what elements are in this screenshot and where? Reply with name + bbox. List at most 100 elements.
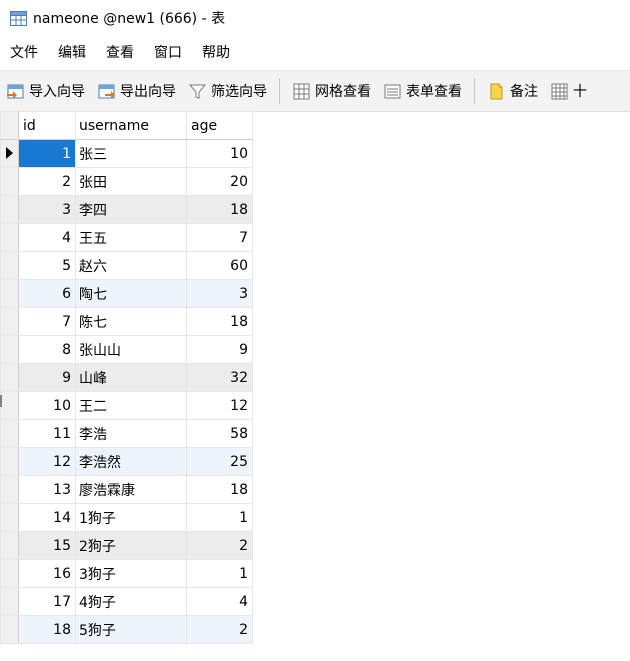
import-wizard-button[interactable]: 导入向导 (0, 75, 91, 107)
form-view-label: 表单查看 (406, 84, 462, 100)
row-indicator (0, 447, 19, 476)
cell-age[interactable]: 10 (186, 139, 253, 168)
cell-username[interactable]: 4狗子 (75, 587, 187, 616)
table-row[interactable]: 8 张山山 9 (0, 335, 253, 364)
cell-age[interactable]: 18 (186, 475, 253, 504)
row-indicator (0, 195, 19, 224)
cell-username[interactable]: 王五 (75, 223, 187, 252)
cell-username[interactable]: 陈七 (75, 307, 187, 336)
cell-id[interactable]: 5 (18, 251, 76, 280)
cell-username[interactable]: 2狗子 (75, 531, 187, 560)
cell-age[interactable]: 32 (186, 363, 253, 392)
cell-id[interactable]: 4 (18, 223, 76, 252)
cell-age[interactable]: 4 (186, 587, 253, 616)
cell-username[interactable]: 李浩 (75, 419, 187, 448)
cell-id[interactable]: 14 (18, 503, 76, 532)
cell-username[interactable]: 张田 (75, 167, 187, 196)
row-indicator (0, 251, 19, 280)
cell-age[interactable]: 9 (186, 335, 253, 364)
cell-username[interactable]: 赵六 (75, 251, 187, 280)
cell-id[interactable]: 17 (18, 587, 76, 616)
cell-id[interactable]: 8 (18, 335, 76, 364)
cell-username[interactable]: 王二 (75, 391, 187, 420)
menu-file[interactable]: 文件 (0, 38, 48, 69)
cell-username[interactable]: 山峰 (75, 363, 187, 392)
row-indicator (0, 475, 19, 504)
cell-age[interactable]: 7 (186, 223, 253, 252)
hex-label: 十 (573, 84, 587, 100)
table-row[interactable]: 4 王五 7 (0, 223, 253, 252)
filter-wizard-button[interactable]: 筛选向导 (182, 75, 273, 107)
cell-age[interactable]: 20 (186, 167, 253, 196)
menu-view[interactable]: 查看 (96, 38, 144, 69)
cell-username[interactable]: 陶七 (75, 279, 187, 308)
table-row[interactable]: 3 李四 18 (0, 195, 253, 224)
export-wizard-button[interactable]: 导出向导 (91, 75, 182, 107)
table-row[interactable]: 14 1狗子 1 (0, 503, 253, 532)
row-indicator (0, 307, 19, 336)
cell-age[interactable]: 18 (186, 195, 253, 224)
cell-age[interactable]: 2 (186, 531, 253, 560)
cell-username[interactable]: 1狗子 (75, 503, 187, 532)
toolbar-separator (279, 78, 280, 104)
column-header-age[interactable]: age (186, 111, 253, 140)
cell-id[interactable]: 16 (18, 559, 76, 588)
cell-age[interactable]: 2 (186, 615, 253, 644)
table-row[interactable]: 5 赵六 60 (0, 251, 253, 280)
table-row[interactable]: 1 张三 10 (0, 139, 253, 168)
cell-age[interactable]: 58 (186, 419, 253, 448)
cell-id[interactable]: 10 (18, 391, 76, 420)
table-row[interactable]: 15 2狗子 2 (0, 531, 253, 560)
cell-username[interactable]: 廖浩霖康 (75, 475, 187, 504)
menu-window[interactable]: 窗口 (144, 38, 192, 69)
export-icon (98, 84, 115, 99)
cell-age[interactable]: 25 (186, 447, 253, 476)
cell-id[interactable]: 2 (18, 167, 76, 196)
table-row[interactable]: 10 王二 12 (0, 391, 253, 420)
hex-button[interactable]: 十 (544, 75, 593, 107)
table-row[interactable]: 6 陶七 3 (0, 279, 253, 308)
cell-username[interactable]: 5狗子 (75, 615, 187, 644)
cell-age[interactable]: 1 (186, 559, 253, 588)
cell-id[interactable]: 9 (18, 363, 76, 392)
cell-username[interactable]: 李四 (75, 195, 187, 224)
cell-age[interactable]: 3 (186, 279, 253, 308)
cell-id[interactable]: 6 (18, 279, 76, 308)
table-row[interactable]: 11 李浩 58 (0, 419, 253, 448)
form-view-button[interactable]: 表单查看 (377, 75, 468, 107)
cell-age[interactable]: 12 (186, 391, 253, 420)
grid-view-button[interactable]: 网格查看 (286, 75, 377, 107)
cell-username[interactable]: 3狗子 (75, 559, 187, 588)
table-row[interactable]: 2 张田 20 (0, 167, 253, 196)
table-row[interactable]: 7 陈七 18 (0, 307, 253, 336)
table-row[interactable]: 18 5狗子 2 (0, 615, 253, 644)
grid-icon (293, 83, 310, 99)
cell-username[interactable]: 李浩然 (75, 447, 187, 476)
cell-id[interactable]: 11 (18, 419, 76, 448)
cell-age[interactable]: 18 (186, 307, 253, 336)
cell-id[interactable]: 7 (18, 307, 76, 336)
table-row[interactable]: 16 3狗子 1 (0, 559, 253, 588)
cell-id[interactable]: 1 (18, 139, 76, 168)
table-row[interactable]: 13 廖浩霖康 18 (0, 475, 253, 504)
menu-help[interactable]: 帮助 (192, 38, 240, 69)
splitter-handle[interactable] (0, 395, 2, 407)
cell-age[interactable]: 60 (186, 251, 253, 280)
cell-id[interactable]: 12 (18, 447, 76, 476)
menu-edit[interactable]: 编辑 (48, 38, 96, 69)
column-header-id[interactable]: id (18, 111, 76, 140)
cell-username[interactable]: 张三 (75, 139, 187, 168)
cell-id[interactable]: 3 (18, 195, 76, 224)
row-indicator (0, 335, 19, 364)
table-row[interactable]: 12 李浩然 25 (0, 447, 253, 476)
cell-id[interactable]: 13 (18, 475, 76, 504)
cell-username[interactable]: 张山山 (75, 335, 187, 364)
cell-id[interactable]: 18 (18, 615, 76, 644)
row-indicator (0, 223, 19, 252)
table-row[interactable]: 9 山峰 32 (0, 363, 253, 392)
memo-button[interactable]: 备注 (481, 75, 544, 107)
cell-id[interactable]: 15 (18, 531, 76, 560)
column-header-username[interactable]: username (75, 111, 187, 140)
table-row[interactable]: 17 4狗子 4 (0, 587, 253, 616)
cell-age[interactable]: 1 (186, 503, 253, 532)
